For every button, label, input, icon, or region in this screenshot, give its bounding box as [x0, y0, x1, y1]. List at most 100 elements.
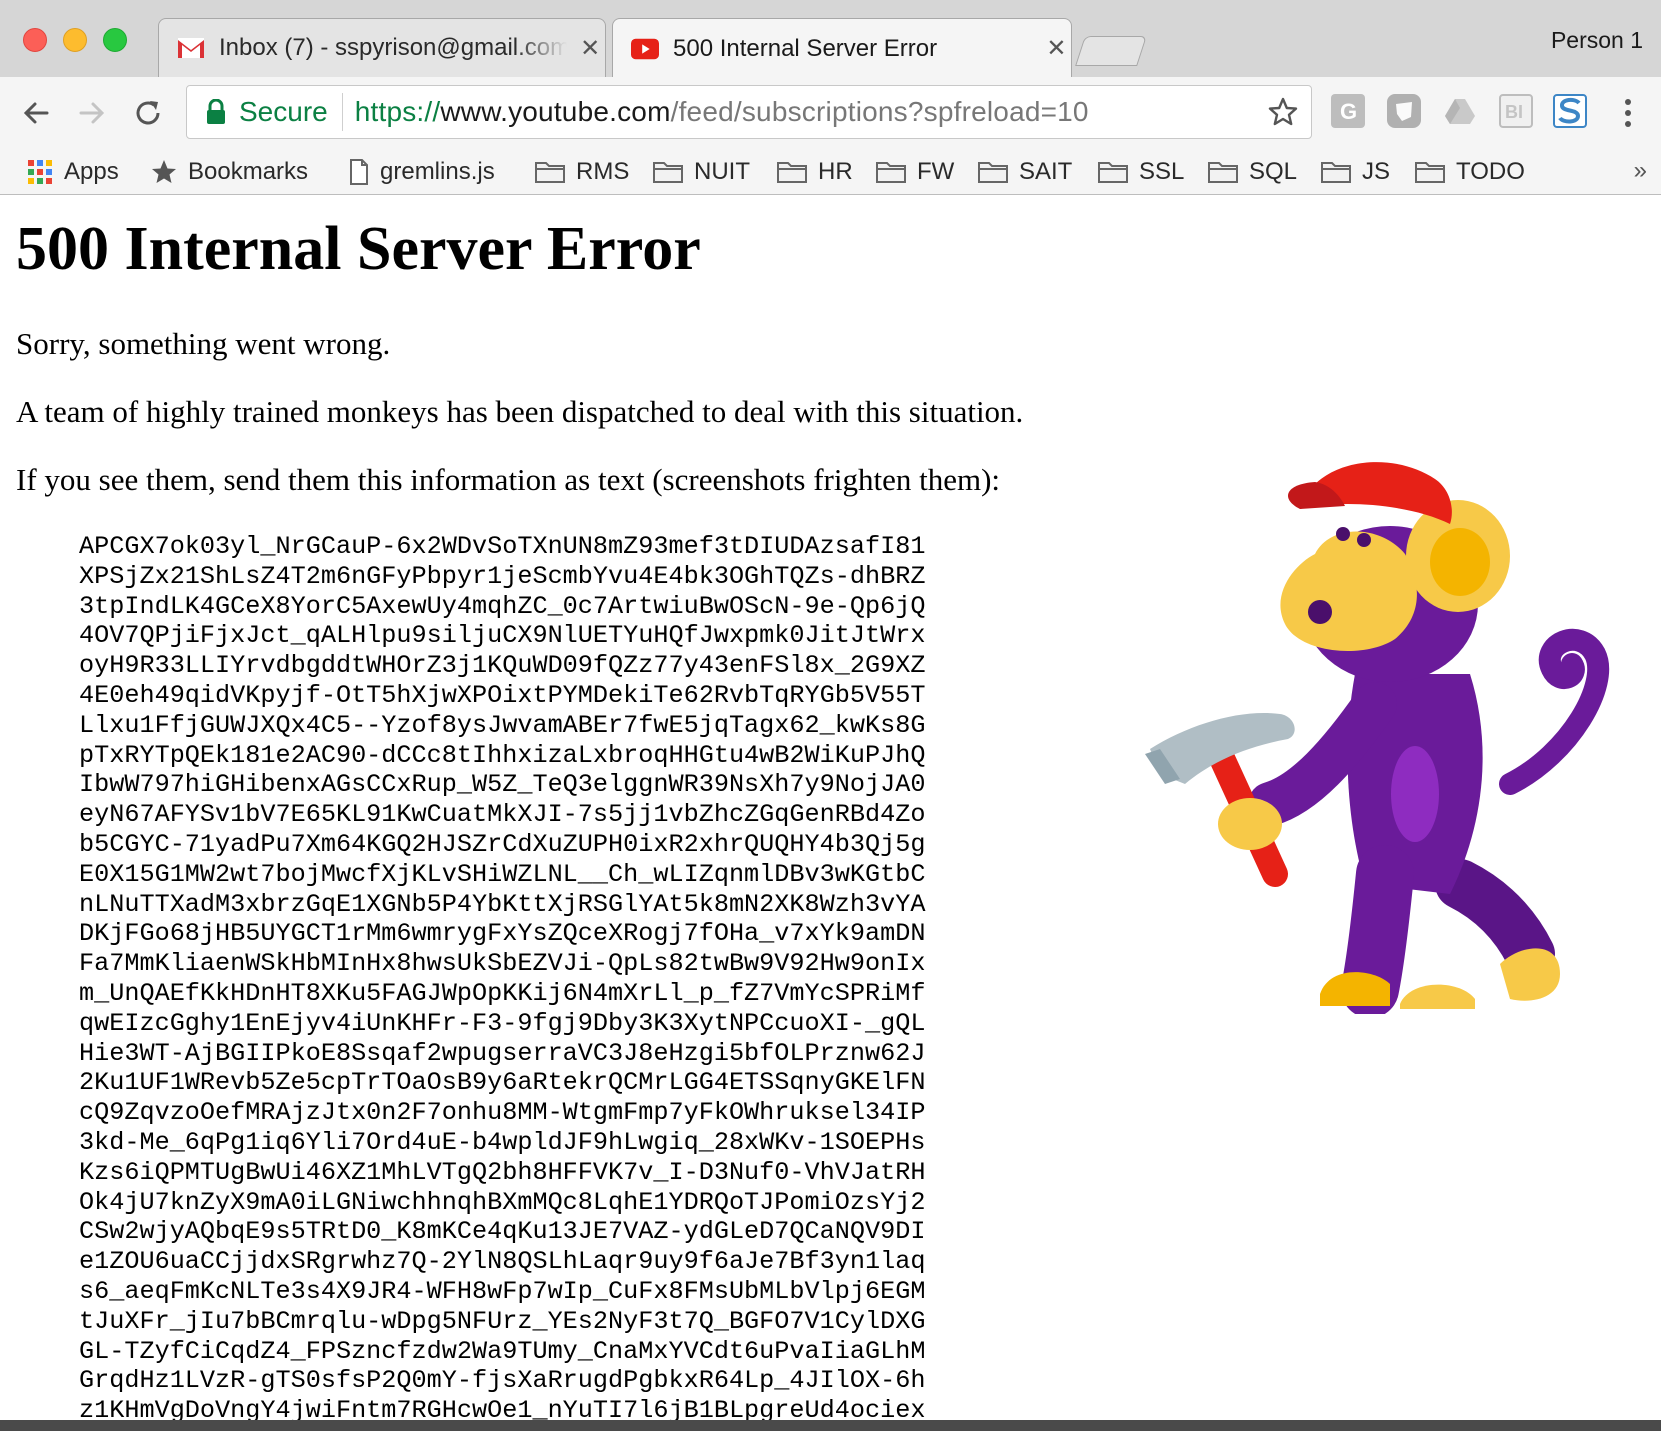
- youtube-icon: [631, 36, 659, 62]
- browser-toolbar: Secure https://www.youtube.com/feed/subs…: [0, 77, 1661, 149]
- bookmarks-bar: Apps Bookmarks gremlins.js RMS NUIT HR F…: [0, 149, 1661, 195]
- bookmark-label: SSL: [1139, 158, 1185, 185]
- folder-icon: [977, 160, 1009, 184]
- bookmark-folder-sql[interactable]: SQL: [1207, 155, 1297, 189]
- error-code-line: m_UnQAEfKkHDnHT8XKu5FAGJWpOpKKij6N4mXrLl…: [79, 978, 926, 1008]
- reload-icon: [136, 101, 160, 125]
- bookmark-label: FW: [917, 158, 955, 185]
- url-scheme: https://: [354, 96, 441, 127]
- bookmark-label: gremlins.js: [380, 158, 495, 185]
- bookmark-folder-todo[interactable]: TODO: [1414, 155, 1525, 189]
- url-text[interactable]: https://www.youtube.com/feed/subscriptio…: [355, 96, 1089, 128]
- folder-icon: [1097, 160, 1129, 184]
- address-bar[interactable]: Secure https://www.youtube.com/feed/subs…: [186, 85, 1312, 139]
- error-code-line: 2Ku1UF1WRevb5Ze5cpTrTOaOsB9y6aRtekrQCMrL…: [79, 1068, 926, 1098]
- error-code-line: Llxu1FfjGUWJXQx4C5--Yzof8ysJwvamABEr7fwE…: [79, 710, 926, 740]
- folder-icon: [534, 160, 566, 184]
- error-code-line: 3kd-Me_6qPg1iq6Yli7Ord4uE-b4wpldJF9hLwgi…: [79, 1127, 926, 1157]
- error-code-line: cQ9ZqvzoOefMRAjzJtx0n2F7onhu8MM-WtgmFmp7…: [79, 1098, 926, 1128]
- error-code-line: DKjFGo68jHB5UYGCT1rMm6wmrygFxYsZQceXRogj…: [79, 919, 926, 949]
- error-code-line: 4OV7QPjiFjxJct_qALHlpu9siljuCX9NlUETYuHQ…: [79, 621, 926, 651]
- lock-icon: [205, 98, 227, 125]
- error-code-line: XPSjZx21ShLsZ4T2m6nGFyPbpyr1jeScmbYvu4E4…: [79, 561, 926, 591]
- error-code-line: nLNuTTXadM3xbrzGqE1XGNb5P4YbKttXjRSGlYAt…: [79, 889, 926, 919]
- s-extension-icon[interactable]: [1553, 94, 1587, 128]
- apology-text: Sorry, something went wrong.: [16, 326, 391, 361]
- error-code-line: eyN67AFYSv1bV7E65KL91KwCuatMkXJI-7s5jj1v…: [79, 800, 926, 830]
- window-minimize-button[interactable]: [63, 28, 87, 52]
- svg-text:G: G: [1340, 99, 1357, 124]
- extension-shield-icon[interactable]: [1387, 94, 1421, 128]
- error-code-line: s6_aeqFmKcNLTe3s4X9JR4-WFH8wFp7wIp_CuFx8…: [79, 1276, 926, 1306]
- error-code-line: GL-TZyfCiCqdZ4_FPSzncfzdw2Wa9TUmy_CnaMxY…: [79, 1336, 926, 1366]
- folder-icon: [652, 160, 684, 184]
- new-tab-button[interactable]: [1075, 36, 1147, 66]
- monkeys-text: A team of highly trained monkeys has bee…: [16, 394, 1024, 429]
- bookmark-gremlins[interactable]: gremlins.js: [348, 155, 495, 189]
- bookmark-bookmarks[interactable]: Bookmarks: [150, 155, 308, 189]
- gmail-icon: [177, 35, 205, 61]
- bookmark-label: SQL: [1249, 158, 1298, 185]
- window-maximize-button[interactable]: [103, 28, 127, 52]
- bi-extension-icon[interactable]: BI: [1499, 94, 1533, 128]
- reload-button[interactable]: [128, 93, 168, 133]
- tab-title: Inbox (7) - sspyrison@gmail.com: [219, 34, 568, 61]
- bookmark-star-icon[interactable]: [1267, 96, 1299, 133]
- tab-gmail[interactable]: Inbox (7) - sspyrison@gmail.com ✕: [158, 18, 606, 77]
- tab-strip: Inbox (7) - sspyrison@gmail.com ✕ 500 In…: [0, 0, 1661, 78]
- bookmark-label: TODO: [1456, 158, 1525, 185]
- bookmark-folder-ssl[interactable]: SSL: [1097, 155, 1184, 189]
- error-code-line: Kzs6iQPMTUgBwUi46XZ1MhLVTgQ2bh8HFFVK7v_I…: [79, 1157, 926, 1187]
- back-button[interactable]: [16, 93, 56, 133]
- bookmark-folder-nuit[interactable]: NUIT: [652, 155, 750, 189]
- bookmark-label: NUIT: [694, 158, 750, 185]
- drive-extension-icon[interactable]: [1443, 94, 1477, 128]
- page-icon: [348, 158, 370, 186]
- bookmark-label: JS: [1362, 158, 1391, 185]
- url-host: www.youtube.com: [440, 96, 671, 127]
- window-close-button[interactable]: [23, 28, 47, 52]
- bookmark-folder-js[interactable]: JS: [1320, 155, 1390, 189]
- tab-title: 500 Internal Server Error: [673, 34, 938, 62]
- tab-youtube-error[interactable]: 500 Internal Server Error ✕: [612, 18, 1072, 78]
- error-code-line: Ok4jU7knZyX9mA0iLGNiwchhnqhBXmMQc8LqhE1Y…: [79, 1187, 926, 1217]
- star-icon: [150, 158, 178, 186]
- forward-button[interactable]: [72, 93, 112, 133]
- grammarly-extension-icon[interactable]: G: [1331, 94, 1365, 128]
- bookmark-apps[interactable]: Apps: [26, 155, 119, 189]
- error-code-line: E0X15G1MW2wt7bojMwcfXjKLvSHiWZLNL__Ch_wL…: [79, 859, 926, 889]
- close-icon[interactable]: ✕: [1042, 34, 1071, 63]
- bookmark-folder-hr[interactable]: HR: [776, 155, 853, 189]
- profile-name[interactable]: Person 1: [1551, 27, 1643, 54]
- secure-label: Secure: [239, 96, 328, 127]
- error-debug-code[interactable]: APCGX7ok03yl_NrGCauP-6x2WDvSoTXnUN8mZ93m…: [79, 532, 925, 1420]
- error-code-line: GrqdHz1LVzR-gTS0sfsP2Q0mY-fjsXaRrugdPgbk…: [79, 1366, 926, 1396]
- menu-icon[interactable]: [1618, 95, 1638, 131]
- bookmark-folder-fw[interactable]: FW: [875, 155, 954, 189]
- folder-icon: [1207, 160, 1239, 184]
- svg-text:BI: BI: [1505, 102, 1523, 122]
- bookmark-label: HR: [818, 158, 853, 185]
- error-code-line: IbwW797hiGHibenxAGsCCxRup_W5Z_TeQ3elggnW…: [79, 770, 926, 800]
- page-title: 500 Internal Server Error: [16, 215, 701, 283]
- error-code-line: b5CGYC-71yadPu7Xm64KGQ2HJSZrCdXuZUPH0ixR…: [79, 829, 926, 859]
- close-icon[interactable]: ✕: [575, 34, 605, 63]
- instructions-text: If you see them, send them this informat…: [16, 462, 1001, 497]
- bookmark-label: Bookmarks: [188, 158, 309, 185]
- error-code-line: e1ZOU6uaCCjjdxSRgrwhz7Q-2YlN8QSLhLaqr9uy…: [79, 1247, 926, 1277]
- error-code-line: tJuXFr_jIu7bBCmrqlu-wDpg5NFUrz_YEs2NyF3t…: [79, 1306, 926, 1336]
- bookmark-folder-rms[interactable]: RMS: [534, 155, 629, 189]
- bookmarks-overflow-button[interactable]: »: [1634, 157, 1647, 185]
- error-code-line: CSw2wjyAQbqE9s5TRtD0_K8mKCe4qKu13JE7VAZ-…: [79, 1217, 926, 1247]
- bookmark-folder-sait[interactable]: SAIT: [977, 155, 1072, 189]
- forward-arrow-icon: [79, 102, 105, 124]
- error-code-line: z1KHmVgDoVngY4jwiFntm7RGHcwOe1_nYuTI7l6j…: [79, 1396, 926, 1420]
- bookmark-label: RMS: [576, 158, 630, 185]
- folder-icon: [1414, 160, 1446, 184]
- url-path: /feed/subscriptions?spfreload=10: [670, 96, 1089, 127]
- desktop-edge: [0, 1420, 1661, 1431]
- bookmark-label: Apps: [64, 158, 119, 185]
- error-code-line: Hie3WT-AjBGIIPkoE8Ssqaf2wpugserraVC3J8eH…: [79, 1038, 926, 1068]
- apps-grid-icon: [26, 158, 54, 186]
- bookmark-label: SAIT: [1019, 158, 1073, 185]
